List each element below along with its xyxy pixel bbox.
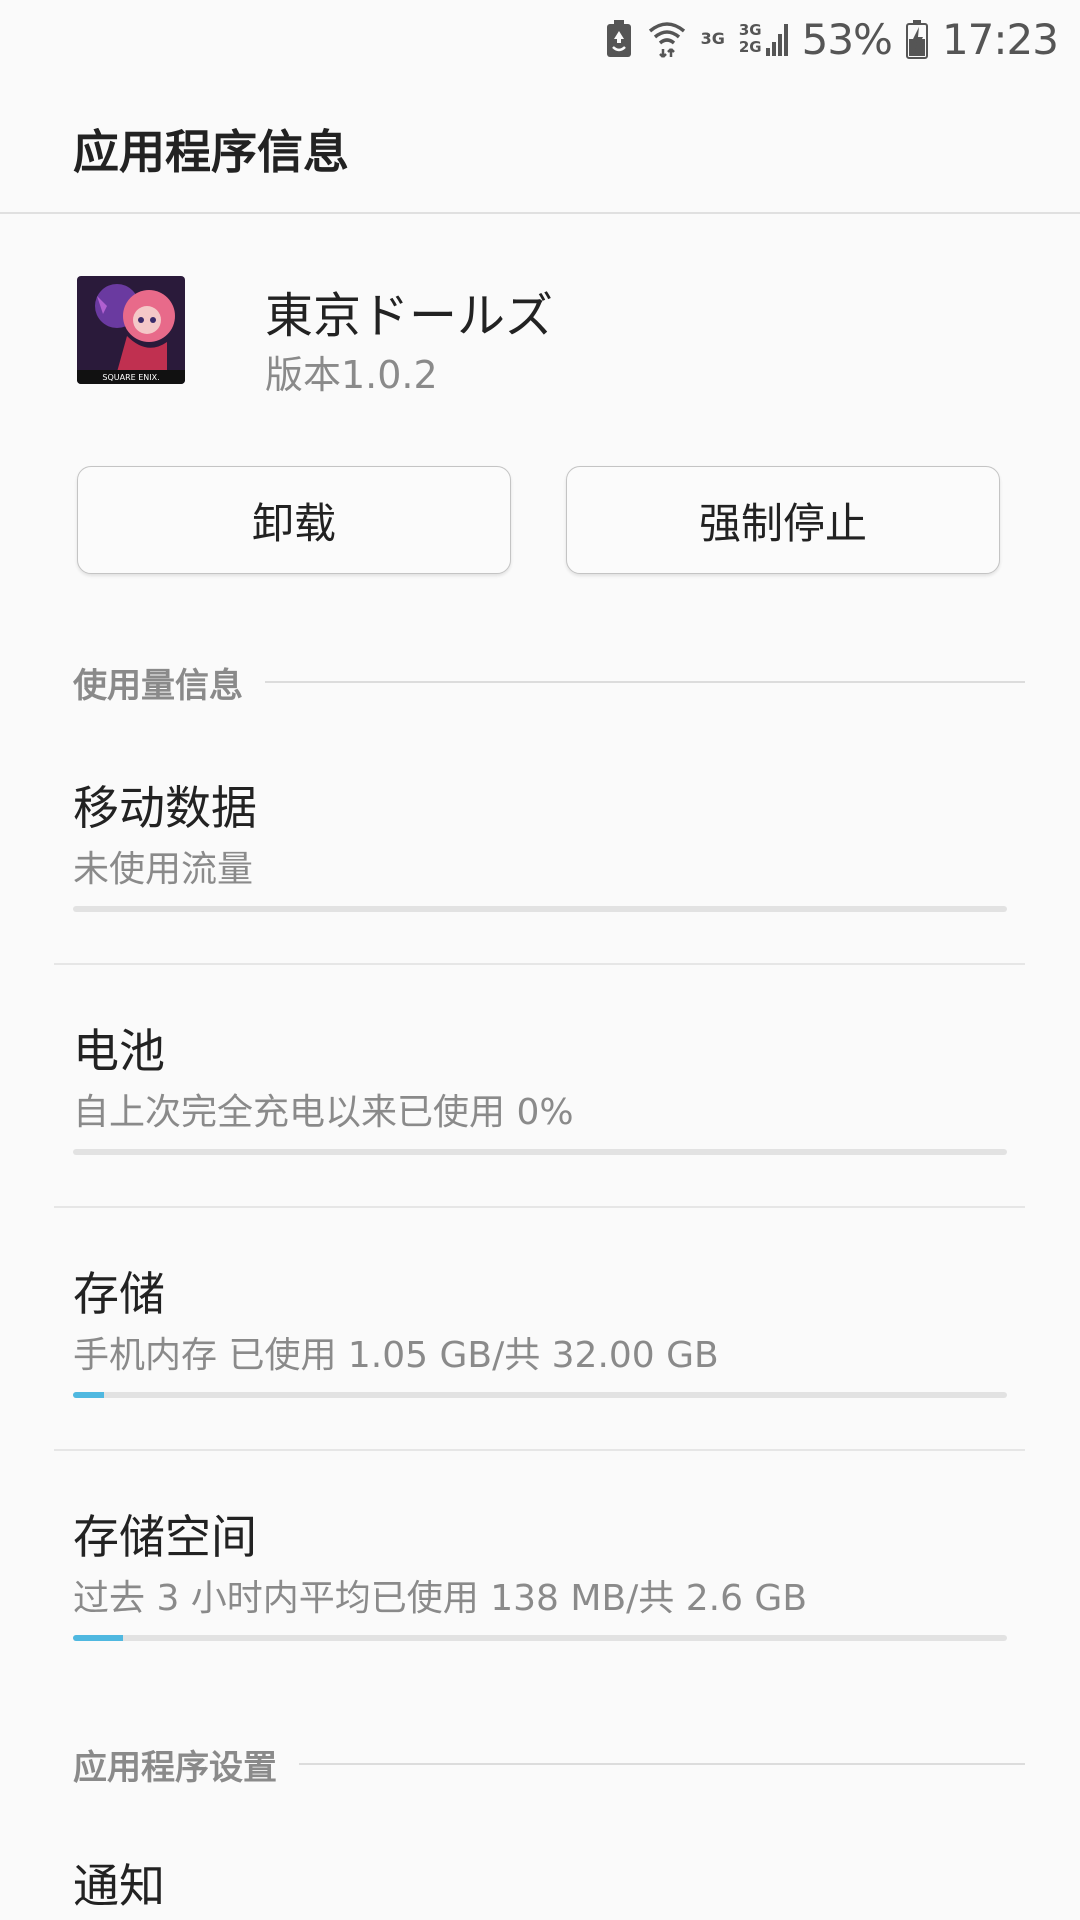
app-bar: 应用程序信息 [0, 76, 1080, 214]
app-name: 東京ドールズ [265, 288, 554, 344]
section-divider [299, 1763, 1025, 1765]
list-item-battery[interactable]: 电池 自上次完全充电以来已使用 0% [0, 995, 1080, 1205]
item-subtitle: 未使用流量 [73, 849, 254, 890]
list-item-notifications[interactable]: 通知 [0, 1830, 1080, 1920]
wifi-icon [647, 19, 687, 59]
usage-progress-bar [73, 1635, 1007, 1641]
list-item-storage[interactable]: 存储 手机内存 已使用 1.05 GB/共 32.00 GB [0, 1238, 1080, 1448]
item-title: 移动数据 [73, 781, 257, 835]
section-divider [265, 681, 1025, 683]
status-bar: 3G 3G 2G 53% 17:23 [0, 0, 1080, 76]
item-subtitle: 自上次完全充电以来已使用 0% [73, 1092, 574, 1133]
list-item-mobile-data[interactable]: 移动数据 未使用流量 [0, 752, 1080, 962]
item-subtitle: 手机内存 已使用 1.05 GB/共 32.00 GB [73, 1335, 719, 1376]
battery-saver-icon [605, 19, 633, 59]
clock: 17:23 [941, 14, 1059, 64]
signal-3g-2g-icon: 3G 2G [739, 22, 788, 56]
item-title: 存储空间 [73, 1510, 257, 1564]
divider [54, 1206, 1025, 1208]
usage-section-header: 使用量信息 [73, 652, 1025, 712]
charging-battery-icon [905, 19, 928, 59]
item-title: 存储 [73, 1267, 165, 1321]
battery-percent: 53% [801, 14, 893, 64]
app-icon: SQUARE ENIX. [77, 276, 185, 384]
network-type-label: 3G [700, 29, 725, 48]
section-label: 使用量信息 [73, 665, 243, 706]
app-version: 版本1.0.2 [265, 353, 438, 397]
item-subtitle: 过去 3 小时内平均已使用 138 MB/共 2.6 GB [73, 1578, 808, 1619]
usage-progress-bar [73, 1149, 1007, 1155]
svg-text:SQUARE ENIX.: SQUARE ENIX. [102, 373, 159, 382]
network-type-label-top: 3G [738, 21, 762, 39]
divider [54, 1449, 1025, 1451]
progress-fill [73, 1392, 104, 1398]
list-item-memory[interactable]: 存储空间 过去 3 小时内平均已使用 138 MB/共 2.6 GB [0, 1481, 1080, 1691]
usage-progress-bar [73, 1392, 1007, 1398]
item-title: 电池 [73, 1024, 165, 1078]
settings-section-header: 应用程序设置 [73, 1734, 1025, 1794]
item-title: 通知 [73, 1859, 165, 1913]
signal-3g-icon: 3G [701, 31, 725, 47]
network-type-label-bottom: 2G [738, 38, 762, 56]
page-title: 应用程序信息 [73, 125, 349, 179]
app-header: SQUARE ENIX. 東京ドールズ 版本1.0.2 [0, 214, 1080, 434]
divider [54, 963, 1025, 965]
force-stop-button[interactable]: 强制停止 [566, 466, 1000, 574]
uninstall-button[interactable]: 卸载 [77, 466, 511, 574]
section-label: 应用程序设置 [73, 1747, 277, 1788]
usage-progress-bar [73, 906, 1007, 912]
progress-fill [73, 1635, 123, 1641]
